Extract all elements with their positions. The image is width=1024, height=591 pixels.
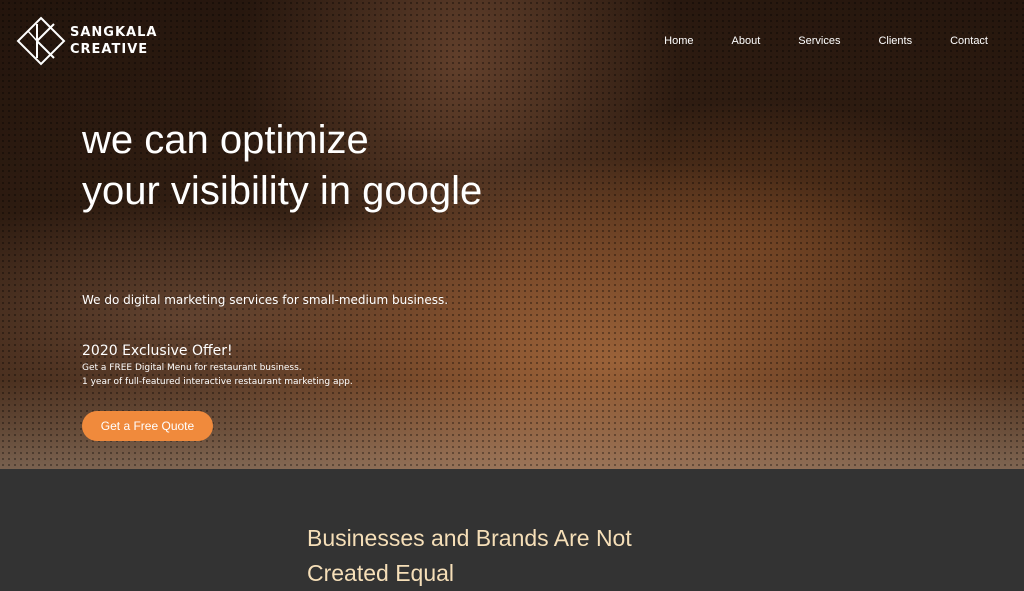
hero-headline: we can optimize your visibility in googl… — [82, 115, 482, 217]
brand-name-line2: CREATIVE — [70, 42, 149, 57]
brand-name-line1: SANGKALA — [70, 25, 158, 40]
hero-headline-line2: your visibility in google — [82, 169, 483, 213]
diamond-k-logo-icon — [16, 16, 66, 66]
offer-title: 2020 Exclusive Offer! — [82, 343, 233, 359]
brand-name: SANGKALA CREATIVE — [70, 24, 157, 58]
brand-logo[interactable]: SANGKALA CREATIVE — [16, 16, 157, 66]
hero-headline-line1: we can optimize — [82, 118, 369, 162]
hero-section — [0, 0, 1024, 469]
nav-item-contact[interactable]: Contact — [950, 35, 988, 47]
nav-item-clients[interactable]: Clients — [878, 35, 912, 47]
offer-line-1: Get a FREE Digital Menu for restaurant b… — [82, 363, 302, 373]
nav-item-home[interactable]: Home — [664, 35, 693, 47]
nav-item-about[interactable]: About — [732, 35, 761, 47]
nav-item-services[interactable]: Services — [798, 35, 840, 47]
hero-tagline: We do digital marketing services for sma… — [82, 293, 449, 307]
section-heading-line1: Businesses and Brands Are Not — [307, 525, 632, 551]
offer-line-2: 1 year of full-featured interactive rest… — [82, 377, 353, 387]
get-free-quote-button[interactable]: Get a Free Quote — [82, 411, 213, 441]
section-heading-line2: Created Equal — [307, 560, 455, 586]
main-nav: Home About Services Clients Contact — [626, 35, 988, 47]
